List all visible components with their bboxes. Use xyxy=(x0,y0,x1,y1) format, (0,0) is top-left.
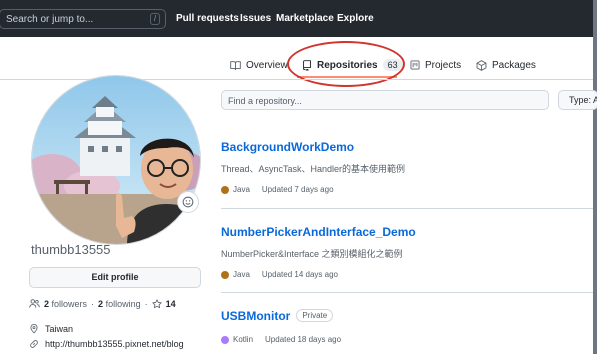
separator-dot: · xyxy=(144,298,148,309)
private-badge: Private xyxy=(296,309,334,322)
avatar[interactable] xyxy=(31,75,201,245)
location-pin-icon xyxy=(30,324,38,334)
followers-label: followers xyxy=(51,298,88,309)
book-open-icon xyxy=(230,60,241,70)
package-icon xyxy=(476,59,487,71)
tab-projects-label: Projects xyxy=(425,59,462,71)
profile-website: http://thumbb13555.pixnet.net/blog xyxy=(29,339,184,349)
followers-count: 2 xyxy=(44,298,50,309)
repo-updated: Updated 18 days ago xyxy=(265,335,342,344)
repo-meta: Kotlin Updated 18 days ago xyxy=(221,335,593,344)
nav-explore[interactable]: Explore xyxy=(337,13,374,24)
tab-packages[interactable]: Packages xyxy=(476,53,536,77)
search-shortcut-key: / xyxy=(150,13,160,25)
nav-pull-requests[interactable]: Pull requests xyxy=(176,13,239,24)
top-header: / Pull requests Issues Marketplace Explo… xyxy=(0,0,597,37)
people-icon xyxy=(29,299,40,308)
repo-link[interactable]: NumberPickerAndInterface_Demo xyxy=(221,225,416,239)
language-color-dot xyxy=(221,270,229,279)
repo-language: Java xyxy=(233,185,250,194)
website-link[interactable]: http://thumbb13555.pixnet.net/blog xyxy=(45,339,184,349)
profile-username: thumbb13555 xyxy=(31,242,111,257)
location-text: Taiwan xyxy=(45,323,74,334)
following-link[interactable]: 2 following xyxy=(98,299,141,309)
repo-updated: Updated 14 days ago xyxy=(261,270,338,279)
following-label: following xyxy=(105,298,141,309)
avatar-photo xyxy=(32,76,200,244)
follow-stats: 2 followers · 2 following · 14 xyxy=(29,298,176,309)
language-color-dot xyxy=(221,335,229,344)
repo-language: Java xyxy=(233,270,250,279)
project-icon xyxy=(410,60,420,70)
repo-icon xyxy=(303,59,311,71)
repo-meta: Java Updated 14 days ago xyxy=(221,270,593,279)
edit-profile-button[interactable]: Edit profile xyxy=(29,267,201,288)
global-search[interactable]: / xyxy=(0,9,166,29)
tab-overview[interactable]: Overview xyxy=(230,53,288,77)
tab-projects[interactable]: Projects xyxy=(410,53,461,77)
window-edge xyxy=(593,0,597,354)
nav-marketplace[interactable]: Marketplace xyxy=(276,13,334,24)
following-count: 2 xyxy=(98,298,104,309)
nav-issues[interactable]: Issues xyxy=(240,13,271,24)
profile-location: Taiwan xyxy=(29,323,73,334)
repo-meta: Java Updated 7 days ago xyxy=(221,185,593,194)
repo-description: Thread、AsyncTask、Handler的基本使用範例 xyxy=(221,164,406,174)
active-tab-underline xyxy=(297,76,397,78)
tab-overview-label: Overview xyxy=(246,59,288,71)
list-item: BackgroundWorkDemo Thread、AsyncTask、Hand… xyxy=(221,138,593,194)
list-divider xyxy=(221,208,593,209)
language-color-dot xyxy=(221,185,229,194)
stars-count[interactable]: 14 xyxy=(166,299,176,309)
repo-description: NumberPicker&Interface 之類別模組化之範例 xyxy=(221,249,403,259)
link-icon xyxy=(30,340,38,348)
repo-link[interactable]: USBMonitor xyxy=(221,309,290,323)
tab-packages-label: Packages xyxy=(492,59,536,71)
repositories-count-badge: 63 xyxy=(382,59,403,71)
find-repository-field[interactable] xyxy=(221,90,549,110)
type-filter-dropdown[interactable]: Type: All xyxy=(558,90,597,110)
find-repository-input[interactable] xyxy=(228,94,538,107)
smiley-icon xyxy=(182,196,194,208)
star-icon xyxy=(152,298,162,308)
tab-repositories[interactable]: Repositories 63 xyxy=(302,53,403,77)
list-item: NumberPickerAndInterface_Demo NumberPick… xyxy=(221,223,593,279)
list-item: USBMonitor Private Kotlin Updated 18 days… xyxy=(221,307,593,344)
repo-updated: Updated 7 days ago xyxy=(261,185,334,194)
separator-dot: · xyxy=(91,298,95,309)
global-search-input[interactable] xyxy=(6,12,146,27)
followers-link[interactable]: 2 followers xyxy=(44,299,87,309)
repo-language: Kotlin xyxy=(233,335,254,344)
repo-link[interactable]: BackgroundWorkDemo xyxy=(221,140,354,154)
set-status-button[interactable] xyxy=(177,191,199,213)
tab-repositories-label: Repositories xyxy=(317,59,378,71)
list-divider xyxy=(221,292,593,293)
